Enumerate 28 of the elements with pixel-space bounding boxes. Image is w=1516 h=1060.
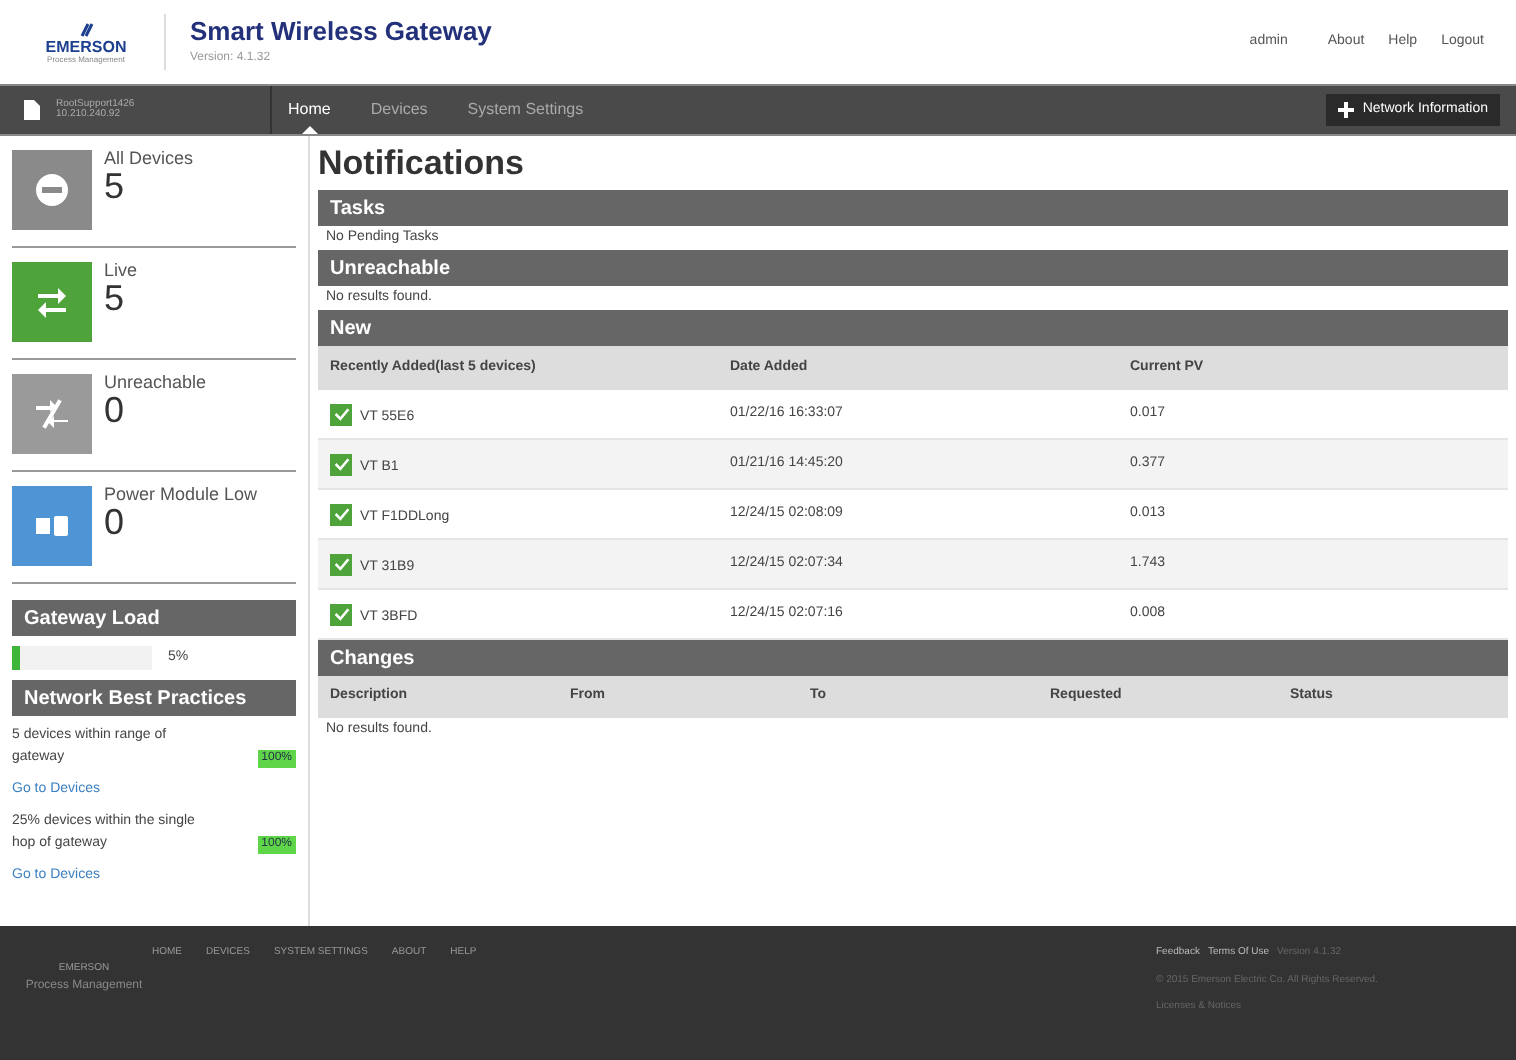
logo-icon <box>76 20 96 40</box>
section-header: Network Best Practices <box>12 680 296 716</box>
stat-label: Unreachable <box>104 374 207 392</box>
checkbox[interactable] <box>330 603 352 625</box>
brand-name: EMERSON <box>45 40 127 56</box>
checkbox[interactable] <box>330 503 352 525</box>
section-header: Gateway Load <box>12 600 296 636</box>
section-header: Changes <box>318 640 1508 676</box>
nav-tab[interactable]: Home <box>288 86 331 134</box>
checkbox[interactable] <box>330 403 352 425</box>
page-title: Notifications <box>318 142 526 186</box>
stat-count: 5 <box>104 280 127 316</box>
stat-count: 0 <box>104 504 127 540</box>
nav-tab[interactable]: System Settings <box>467 86 584 134</box>
app-title: Smart Wireless Gateway <box>190 16 492 50</box>
stat-count: 0 <box>104 392 127 428</box>
section-header: New <box>318 310 1508 346</box>
plus-icon <box>1338 102 1355 118</box>
nav-tab[interactable]: Devices <box>370 86 428 134</box>
stat-label: Live <box>104 262 138 280</box>
stat-label: Power Module Low <box>104 486 258 504</box>
stat-count: 5 <box>104 168 127 204</box>
section-header: Unreachable <box>318 250 1508 286</box>
section-header: Tasks <box>318 190 1508 226</box>
stat-label: All Devices <box>104 150 194 168</box>
document-icon <box>24 100 40 120</box>
checkbox[interactable] <box>330 553 352 575</box>
checkbox[interactable] <box>330 453 352 475</box>
